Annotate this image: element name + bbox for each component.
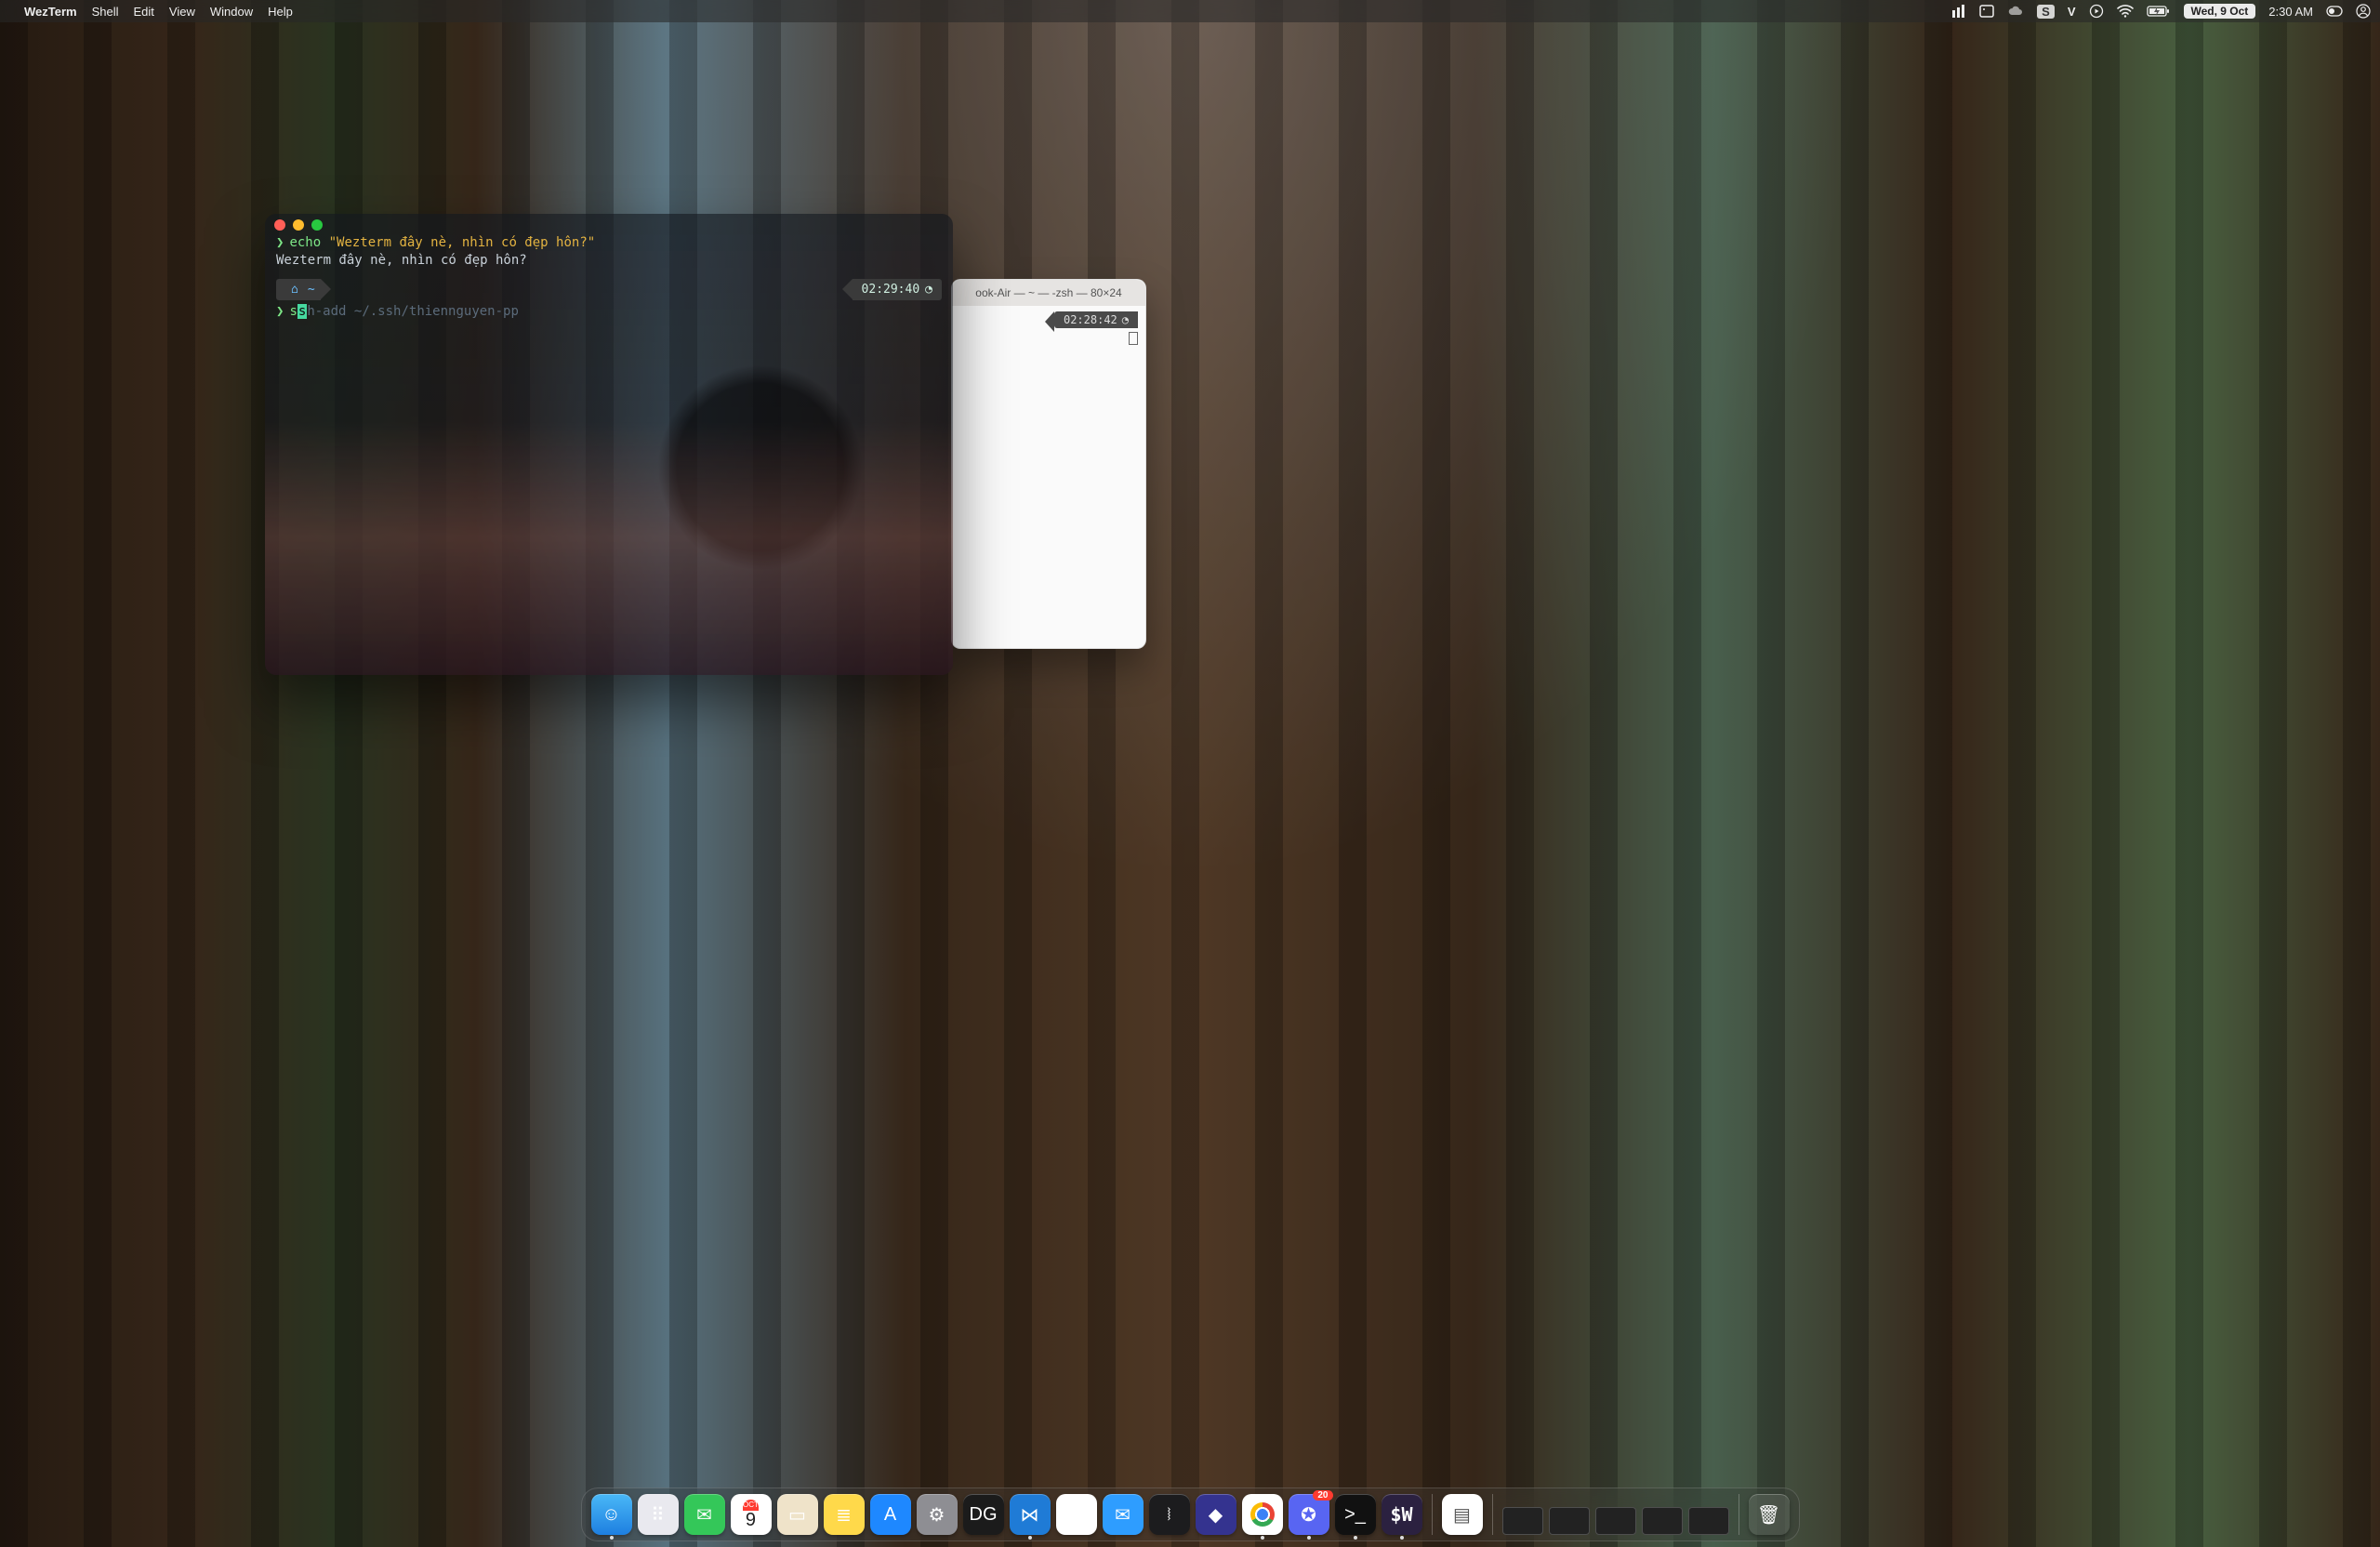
dock-app-protonpass[interactable]: ◆ bbox=[1196, 1494, 1236, 1535]
dock-app-messages[interactable]: ✉ bbox=[684, 1494, 725, 1535]
menubar-item-edit[interactable]: Edit bbox=[134, 5, 154, 19]
dock-separator bbox=[1492, 1494, 1493, 1535]
dock-app-calendar[interactable]: OCT9 bbox=[731, 1494, 772, 1535]
wezterm-statusline: ⌂ ~ 02:29:40 ◔ bbox=[276, 279, 942, 299]
dock-app-activity-monitor[interactable]: ⧘ bbox=[1149, 1494, 1190, 1535]
wezterm-prompt-2[interactable]: ❯ ssh-add ~/.ssh/thiennguyen-pp bbox=[276, 303, 942, 321]
terminal-app-titlebar[interactable]: ook-Air — ~ — -zsh — 80×24 bbox=[952, 280, 1145, 306]
terminal-app-cursor bbox=[1129, 332, 1138, 345]
wezterm-terminal-area[interactable]: ❯ echo "Wezterm đây nè, nhìn có đẹp hôn?… bbox=[265, 214, 953, 675]
menubar-date[interactable]: Wed, 9 Oct bbox=[2184, 4, 2256, 19]
menubar-user-icon[interactable] bbox=[2356, 4, 2371, 19]
prompt-chevron-icon: ❯ bbox=[276, 303, 284, 321]
dock-separator bbox=[1432, 1494, 1433, 1535]
menubar-status-bars-icon[interactable] bbox=[1951, 5, 1966, 18]
menubar-status-v-icon[interactable]: V bbox=[2068, 5, 2076, 19]
wezterm-prompt-1: ❯ echo "Wezterm đây nè, nhìn có đẹp hôn?… bbox=[276, 234, 942, 252]
prompt2-autosuggest: h-add ~/.ssh/thiennguyen-pp bbox=[307, 304, 519, 319]
menubar-item-shell[interactable]: Shell bbox=[92, 5, 119, 19]
prompt2-cursor: s bbox=[298, 304, 307, 319]
wezterm-output-1: Wezterm đây nè, nhìn có đẹp hôn? bbox=[276, 252, 942, 270]
menubar-time[interactable]: 2:30 AM bbox=[2268, 5, 2313, 19]
menubar-switch-icon[interactable] bbox=[2326, 6, 2343, 17]
dock-container: ☺⠿✉OCT9▭≣A⚙DG⋈✎✉⧘◆✪20>_$W▤🗑 bbox=[581, 1488, 1800, 1541]
wezterm-window[interactable]: ❯ echo "Wezterm đây nè, nhìn có đẹp hôn?… bbox=[265, 214, 953, 675]
clock-icon: ◔ bbox=[1122, 313, 1129, 326]
dock-app-chrome[interactable] bbox=[1242, 1494, 1283, 1535]
dock-app-finder[interactable]: ☺ bbox=[591, 1494, 632, 1535]
powerline-arrow-left-icon bbox=[842, 279, 853, 299]
dock: ☺⠿✉OCT9▭≣A⚙DG⋈✎✉⧘◆✪20>_$W▤🗑 bbox=[0, 1488, 2380, 1541]
menubar-status-s-icon[interactable]: S bbox=[2037, 5, 2055, 19]
dock-minimized-window[interactable] bbox=[1688, 1507, 1729, 1535]
dock-minimized-window[interactable] bbox=[1549, 1507, 1590, 1535]
dock-app-launchpad[interactable]: ⠿ bbox=[638, 1494, 679, 1535]
dock-app-discord[interactable]: ✪20 bbox=[1289, 1494, 1329, 1535]
dock-app-appstore[interactable]: A bbox=[870, 1494, 911, 1535]
dock-badge: 20 bbox=[1313, 1490, 1332, 1501]
dock-app-mail[interactable]: ✉ bbox=[1103, 1494, 1144, 1535]
menubar-item-view[interactable]: View bbox=[169, 5, 195, 19]
prompt2-typed: s bbox=[289, 304, 297, 319]
dock-minimized-window[interactable] bbox=[1595, 1507, 1636, 1535]
chrome-icon bbox=[1250, 1502, 1275, 1527]
prompt1-command: echo bbox=[289, 235, 321, 250]
dock-minimized-window[interactable] bbox=[1502, 1507, 1543, 1535]
menubar-status-play-icon[interactable] bbox=[2089, 4, 2104, 19]
powerline-arrow-right-icon bbox=[321, 279, 331, 299]
menubar-item-window[interactable]: Window bbox=[210, 5, 253, 19]
clock-icon: ◔ bbox=[925, 281, 932, 298]
dock-app-notes[interactable]: ≣ bbox=[824, 1494, 865, 1535]
home-icon: ⌂ bbox=[291, 281, 298, 298]
dock-app-contacts[interactable]: ▭ bbox=[777, 1494, 818, 1535]
dock-app-wezterm[interactable]: $W bbox=[1382, 1494, 1422, 1535]
terminal-app-status-time: 02:28:42 ◔ bbox=[1054, 311, 1138, 328]
terminal-app-content[interactable]: 02:28:42 ◔ bbox=[952, 306, 1145, 321]
path-segment: ~ bbox=[308, 281, 315, 298]
prompt1-arg: "Wezterm đây nè, nhìn có đẹp hôn?" bbox=[329, 235, 596, 250]
dock-minimized-window[interactable] bbox=[1642, 1507, 1683, 1535]
dock-trash[interactable]: 🗑 bbox=[1749, 1494, 1790, 1535]
menubar: WezTerm Shell Edit View Window Help S V … bbox=[0, 0, 2380, 22]
terminal-app-title: ook-Air — ~ — -zsh — 80×24 bbox=[961, 286, 1136, 299]
terminal-app-window[interactable]: ook-Air — ~ — -zsh — 80×24 02:28:42 ◔ bbox=[951, 279, 1146, 649]
dock-recent-app[interactable]: ▤ bbox=[1442, 1494, 1483, 1535]
prompt-chevron-icon: ❯ bbox=[276, 234, 284, 252]
menubar-wifi-icon[interactable] bbox=[2117, 5, 2134, 18]
dock-app-terminal[interactable]: >_ bbox=[1335, 1494, 1376, 1535]
menubar-app-name[interactable]: WezTerm bbox=[24, 5, 77, 19]
menubar-item-help[interactable]: Help bbox=[268, 5, 293, 19]
wezterm-status-time: 02:29:40 bbox=[862, 281, 920, 298]
menubar-status-cloud-icon[interactable] bbox=[2007, 6, 2024, 17]
menubar-status-screen-icon[interactable] bbox=[1979, 5, 1994, 18]
dock-app-settings[interactable]: ⚙ bbox=[917, 1494, 958, 1535]
menubar-battery-icon[interactable] bbox=[2147, 5, 2171, 18]
dock-app-textedit[interactable]: ✎ bbox=[1056, 1494, 1097, 1535]
dock-app-datagrip[interactable]: DG bbox=[963, 1494, 1004, 1535]
dock-app-vscode[interactable]: ⋈ bbox=[1010, 1494, 1051, 1535]
